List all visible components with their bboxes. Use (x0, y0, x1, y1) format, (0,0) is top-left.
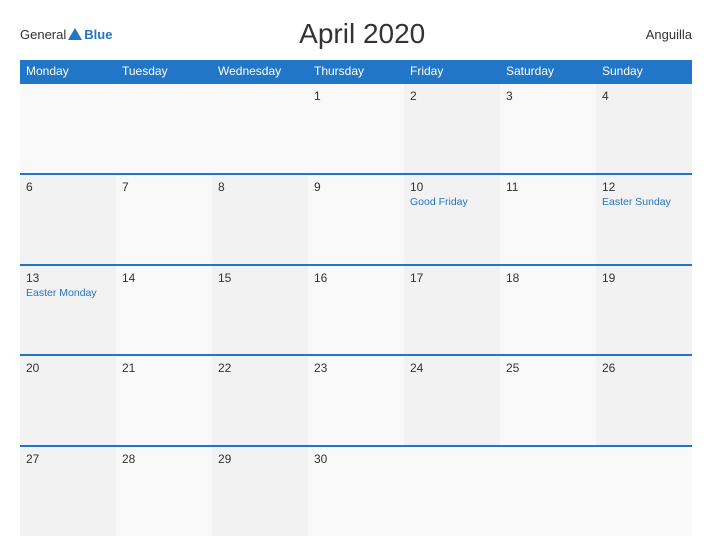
table-row (500, 447, 596, 536)
page-title: April 2020 (112, 18, 612, 50)
logo-blue-text: Blue (84, 28, 112, 41)
table-row: 25 (500, 356, 596, 445)
table-row: 27 (20, 447, 116, 536)
table-row (404, 447, 500, 536)
col-sunday: Sunday (596, 60, 692, 82)
table-row: 29 (212, 447, 308, 536)
table-row: 30 (308, 447, 404, 536)
calendar-header-row: Monday Tuesday Wednesday Thursday Friday… (20, 60, 692, 82)
table-row: 15 (212, 266, 308, 355)
page-header: General Blue April 2020 Anguilla (20, 18, 692, 50)
col-tuesday: Tuesday (116, 60, 212, 82)
logo-triangle-icon (68, 28, 82, 40)
table-row: 2 (404, 84, 500, 173)
week-1: 1 2 3 4 (20, 82, 692, 173)
table-row: 7 (116, 175, 212, 264)
calendar-body: 1 2 3 4 6 7 8 9 10Good Friday 11 12Easte… (20, 82, 692, 536)
col-thursday: Thursday (308, 60, 404, 82)
table-row: 26 (596, 356, 692, 445)
table-row (116, 84, 212, 173)
table-row: 20 (20, 356, 116, 445)
table-row: 22 (212, 356, 308, 445)
logo-general-text: General (20, 28, 66, 41)
table-row: 19 (596, 266, 692, 355)
table-row: 10Good Friday (404, 175, 500, 264)
table-row: 23 (308, 356, 404, 445)
week-3: 13Easter Monday 14 15 16 17 18 19 (20, 264, 692, 355)
country-label: Anguilla (612, 27, 692, 42)
table-row: 24 (404, 356, 500, 445)
week-2: 6 7 8 9 10Good Friday 11 12Easter Sunday (20, 173, 692, 264)
logo: General Blue (20, 28, 112, 41)
col-saturday: Saturday (500, 60, 596, 82)
table-row: 18 (500, 266, 596, 355)
week-5: 27 28 29 30 (20, 445, 692, 536)
col-wednesday: Wednesday (212, 60, 308, 82)
table-row (20, 84, 116, 173)
col-friday: Friday (404, 60, 500, 82)
table-row: 13Easter Monday (20, 266, 116, 355)
table-row: 6 (20, 175, 116, 264)
table-row: 4 (596, 84, 692, 173)
table-row: 11 (500, 175, 596, 264)
table-row: 21 (116, 356, 212, 445)
table-row: 14 (116, 266, 212, 355)
calendar-page: General Blue April 2020 Anguilla Monday … (0, 0, 712, 550)
col-monday: Monday (20, 60, 116, 82)
table-row: 28 (116, 447, 212, 536)
calendar: Monday Tuesday Wednesday Thursday Friday… (20, 60, 692, 536)
table-row (212, 84, 308, 173)
table-row: 17 (404, 266, 500, 355)
table-row: 8 (212, 175, 308, 264)
table-row: 1 (308, 84, 404, 173)
table-row: 12Easter Sunday (596, 175, 692, 264)
week-4: 20 21 22 23 24 25 26 (20, 354, 692, 445)
table-row: 3 (500, 84, 596, 173)
table-row (596, 447, 692, 536)
table-row: 9 (308, 175, 404, 264)
table-row: 16 (308, 266, 404, 355)
